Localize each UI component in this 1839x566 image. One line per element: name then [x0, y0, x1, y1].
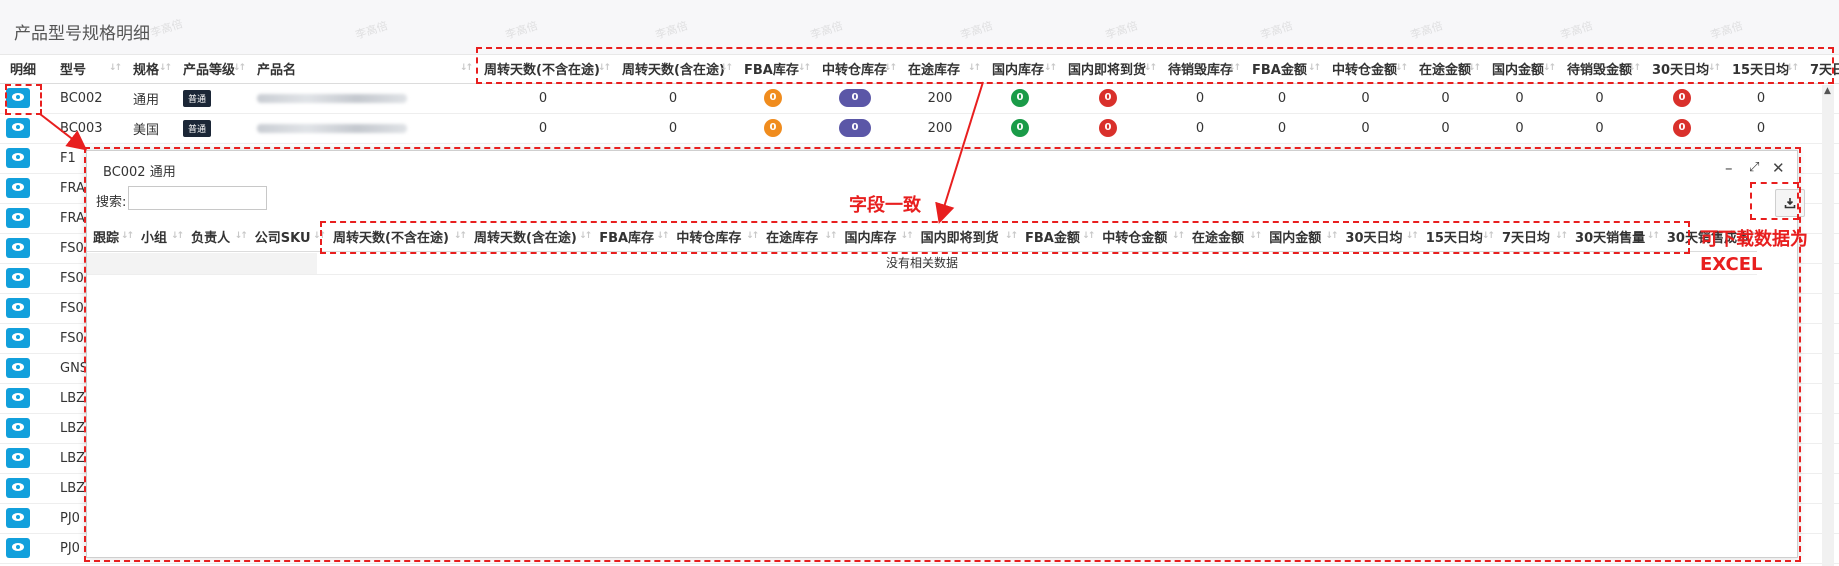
annotation-arrows	[39, 81, 984, 224]
arrow-to-modal	[39, 113, 88, 151]
download-annotation-line2: EXCEL	[1700, 254, 1763, 275]
download-annotation-line1: 可下载数据为	[1700, 229, 1808, 250]
arrow-to-modal-fields	[935, 81, 984, 224]
fields-match-annotation: 字段一致	[849, 195, 921, 216]
